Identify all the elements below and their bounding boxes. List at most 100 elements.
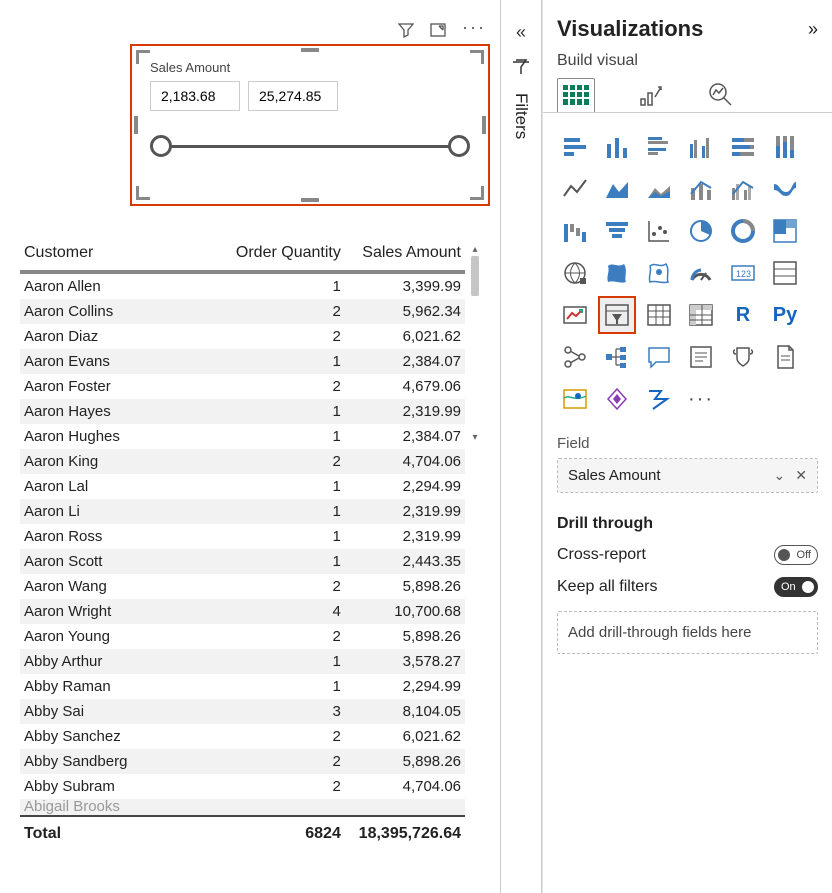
expand-right-icon[interactable]: » bbox=[808, 19, 818, 40]
donut-chart-icon[interactable] bbox=[725, 213, 761, 249]
col-customer[interactable]: Customer bbox=[20, 238, 220, 272]
resize-handle[interactable] bbox=[136, 186, 150, 200]
collapse-left-icon[interactable]: « bbox=[516, 22, 526, 43]
table-row[interactable]: Aaron Evans12,384.07 bbox=[20, 349, 465, 374]
qa-visual-icon[interactable] bbox=[641, 339, 677, 375]
resize-handle[interactable] bbox=[134, 116, 138, 134]
table-row[interactable]: Abby Sai38,104.05 bbox=[20, 699, 465, 724]
more-icon[interactable]: ··· bbox=[462, 22, 478, 38]
slider-thumb-max[interactable] bbox=[448, 135, 470, 157]
table-visual[interactable]: ▴ ▾ Customer Order Quantity Sales Amount… bbox=[20, 238, 465, 851]
slicer-max-input[interactable] bbox=[248, 81, 338, 111]
table-row[interactable]: Aaron Foster24,679.06 bbox=[20, 374, 465, 399]
table-row[interactable]: Aaron Diaz26,021.62 bbox=[20, 324, 465, 349]
slicer-slider[interactable] bbox=[150, 135, 470, 157]
table-row[interactable]: Aaron Hayes12,319.99 bbox=[20, 399, 465, 424]
slicer-visual[interactable]: Sales Amount bbox=[136, 50, 484, 200]
resize-handle[interactable] bbox=[301, 198, 319, 202]
filters-label[interactable]: Filters bbox=[511, 93, 531, 139]
hundred-stacked-column-icon[interactable] bbox=[767, 129, 803, 165]
table-row[interactable]: Aaron Wang25,898.26 bbox=[20, 574, 465, 599]
table-row[interactable]: Aaron Collins25,962.34 bbox=[20, 299, 465, 324]
report-canvas[interactable]: ··· Sales Amount ▴ bbox=[0, 0, 500, 893]
table-row[interactable]: Abby Subram24,704.06 bbox=[20, 774, 465, 799]
stacked-column-chart-icon[interactable] bbox=[599, 129, 635, 165]
scroll-up-icon[interactable]: ▴ bbox=[472, 244, 477, 256]
stacked-area-chart-icon[interactable] bbox=[641, 171, 677, 207]
drill-through-drop-well[interactable]: Add drill-through fields here bbox=[557, 611, 818, 654]
table-row[interactable]: Aaron Young25,898.26 bbox=[20, 624, 465, 649]
multi-row-card-icon[interactable] bbox=[767, 255, 803, 291]
treemap-icon[interactable] bbox=[767, 213, 803, 249]
power-apps-icon[interactable] bbox=[599, 381, 635, 417]
get-more-visuals-icon[interactable]: ··· bbox=[683, 381, 719, 417]
stacked-bar-chart-icon[interactable] bbox=[557, 129, 593, 165]
chevron-down-icon[interactable]: ⌄ bbox=[774, 467, 786, 484]
slicer-icon[interactable] bbox=[599, 297, 635, 333]
table-row[interactable]: Aaron King24,704.06 bbox=[20, 449, 465, 474]
scroll-thumb[interactable] bbox=[471, 256, 479, 296]
goals-icon[interactable] bbox=[725, 339, 761, 375]
card-icon[interactable]: 123 bbox=[725, 255, 761, 291]
build-visual-tab[interactable] bbox=[557, 78, 595, 110]
decomposition-tree-icon[interactable] bbox=[599, 339, 635, 375]
hundred-stacked-bar-icon[interactable] bbox=[725, 129, 761, 165]
table-row[interactable]: Aaron Lal12,294.99 bbox=[20, 474, 465, 499]
gauge-icon[interactable] bbox=[683, 255, 719, 291]
slicer-min-input[interactable] bbox=[150, 81, 240, 111]
arcgis-map-icon[interactable] bbox=[557, 381, 593, 417]
slicer-visual-selection[interactable]: Sales Amount bbox=[130, 44, 490, 206]
table-row[interactable]: Aaron Wright410,700.68 bbox=[20, 599, 465, 624]
field-well[interactable]: Sales Amount ⌄ ✕ bbox=[557, 458, 818, 493]
waterfall-chart-icon[interactable] bbox=[557, 213, 593, 249]
table-row[interactable]: Abby Arthur13,578.27 bbox=[20, 649, 465, 674]
table-row[interactable]: Aaron Allen13,399.99 bbox=[20, 272, 465, 299]
scroll-down-icon[interactable]: ▾ bbox=[472, 432, 477, 444]
key-influencers-icon[interactable] bbox=[557, 339, 593, 375]
slider-thumb-min[interactable] bbox=[150, 135, 172, 157]
resize-handle[interactable] bbox=[301, 48, 319, 52]
table-row[interactable]: Aaron Li12,319.99 bbox=[20, 499, 465, 524]
col-order-qty[interactable]: Order Quantity bbox=[220, 238, 345, 272]
matrix-icon[interactable] bbox=[683, 297, 719, 333]
focus-mode-icon[interactable] bbox=[430, 22, 446, 38]
resize-handle[interactable] bbox=[482, 116, 486, 134]
table-row[interactable]: Aaron Scott12,443.35 bbox=[20, 549, 465, 574]
python-visual-icon[interactable]: Py bbox=[767, 297, 803, 333]
paginated-report-icon[interactable] bbox=[767, 339, 803, 375]
col-sales-amount[interactable]: Sales Amount bbox=[345, 238, 465, 272]
format-visual-tab[interactable] bbox=[635, 79, 665, 109]
clustered-column-chart-icon[interactable] bbox=[683, 129, 719, 165]
table-row[interactable]: Abby Sanchez26,021.62 bbox=[20, 724, 465, 749]
line-stacked-column-icon[interactable] bbox=[683, 171, 719, 207]
pie-chart-icon[interactable] bbox=[683, 213, 719, 249]
field-pill-sales-amount[interactable]: Sales Amount ⌄ ✕ bbox=[558, 459, 817, 492]
clustered-bar-chart-icon[interactable] bbox=[641, 129, 677, 165]
resize-handle[interactable] bbox=[470, 50, 484, 64]
filled-map-icon[interactable] bbox=[599, 255, 635, 291]
keep-filters-toggle[interactable]: On bbox=[774, 577, 818, 597]
ribbon-chart-icon[interactable] bbox=[767, 171, 803, 207]
power-automate-icon[interactable] bbox=[641, 381, 677, 417]
table-row[interactable]: Aaron Hughes12,384.07 bbox=[20, 424, 465, 449]
analytics-tab[interactable] bbox=[705, 79, 735, 109]
cross-report-toggle[interactable]: Off bbox=[774, 545, 818, 565]
funnel-chart-icon[interactable] bbox=[599, 213, 635, 249]
funnel-icon[interactable] bbox=[398, 22, 414, 38]
table-scrollbar[interactable]: ▴ ▾ bbox=[471, 244, 479, 444]
table-row[interactable]: Aaron Ross12,319.99 bbox=[20, 524, 465, 549]
map-icon[interactable] bbox=[557, 255, 593, 291]
area-chart-icon[interactable] bbox=[599, 171, 635, 207]
kpi-icon[interactable] bbox=[557, 297, 593, 333]
table-row[interactable]: Abby Sandberg25,898.26 bbox=[20, 749, 465, 774]
scatter-chart-icon[interactable] bbox=[641, 213, 677, 249]
r-visual-icon[interactable]: R bbox=[725, 297, 761, 333]
line-chart-icon[interactable] bbox=[557, 171, 593, 207]
smart-narrative-icon[interactable] bbox=[683, 339, 719, 375]
line-clustered-column-icon[interactable] bbox=[725, 171, 761, 207]
table-icon[interactable] bbox=[641, 297, 677, 333]
remove-field-icon[interactable]: ✕ bbox=[795, 467, 807, 484]
azure-map-icon[interactable] bbox=[641, 255, 677, 291]
resize-handle[interactable] bbox=[470, 186, 484, 200]
table-row[interactable]: Abby Raman12,294.99 bbox=[20, 674, 465, 699]
